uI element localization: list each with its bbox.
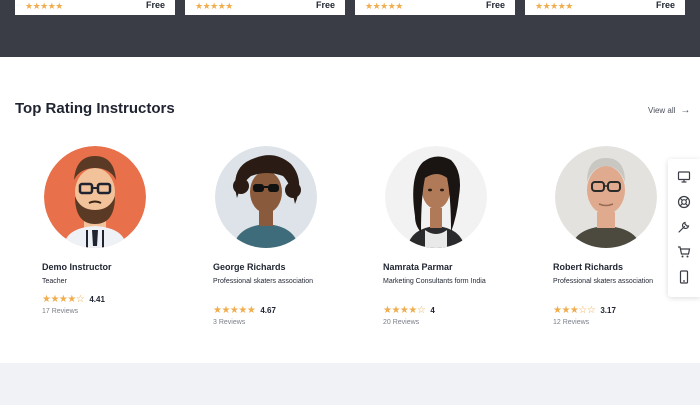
course-rating-stars: ★★★★★ — [195, 1, 233, 11]
instructor-role: Marketing Consultants form India — [383, 278, 486, 285]
section-title: Top Rating Instructors — [15, 100, 175, 117]
instructor-role: Teacher — [42, 278, 67, 285]
rating-stars: ★★★☆☆ — [553, 305, 596, 316]
avatar[interactable] — [44, 146, 146, 248]
review-count: 3 Reviews — [213, 319, 246, 326]
course-price: Free — [145, 0, 165, 10]
course-price: Free — [315, 0, 335, 10]
course-rating-stars: ★★★★★ — [25, 1, 63, 11]
instructor-name[interactable]: Namrata Parmar — [383, 262, 453, 272]
view-all-label: View all — [648, 106, 676, 115]
monitor-icon[interactable] — [676, 169, 692, 185]
instructor-role: Professional skaters association — [553, 278, 653, 285]
instructor-role: Professional skaters association — [213, 278, 313, 285]
course-card[interactable]: ★★★★★ Free — [185, 0, 345, 15]
arrow-right-icon: → — [680, 105, 691, 116]
course-price: Free — [485, 0, 505, 10]
instructor-name[interactable]: Demo Instructor — [42, 262, 112, 272]
course-rating-stars: ★★★★★ — [365, 1, 403, 11]
review-count: 20 Reviews — [383, 319, 420, 326]
next-section-band — [0, 363, 700, 405]
rating-value: 4.41 — [89, 295, 105, 304]
instructor-rating: ★★★★☆ 4.41 — [42, 294, 105, 305]
course-carousel-band: ★★★★★ Free ★★★★★ Free ★★★★★ Free ★★★★★ F… — [0, 0, 700, 57]
view-all-link[interactable]: View all → — [648, 105, 690, 116]
instructor-rating: ★★★★★ 4.67 — [213, 305, 276, 316]
course-price: Free — [655, 0, 675, 10]
instructor-name[interactable]: George Richards — [213, 262, 286, 272]
rating-stars: ★★★★★ — [213, 305, 256, 316]
course-card[interactable]: ★★★★★ Free — [15, 0, 175, 15]
avatar[interactable] — [215, 146, 317, 248]
instructor-name[interactable]: Robert Richards — [553, 262, 623, 272]
course-card[interactable]: ★★★★★ Free — [525, 0, 685, 15]
course-card[interactable]: ★★★★★ Free — [355, 0, 515, 15]
rating-stars: ★★★★☆ — [383, 305, 426, 316]
rating-value: 4.67 — [260, 306, 276, 315]
review-count: 17 Reviews — [42, 308, 79, 315]
side-toolbar — [668, 159, 700, 297]
rating-stars: ★★★★☆ — [42, 294, 85, 305]
instructor-rating: ★★★★☆ 4 — [383, 305, 435, 316]
rating-value: 4 — [430, 306, 435, 315]
rating-value: 3.17 — [600, 306, 616, 315]
review-count: 12 Reviews — [553, 319, 590, 326]
avatar[interactable] — [555, 146, 657, 248]
course-rating-stars: ★★★★★ — [535, 1, 573, 11]
wrench-icon[interactable] — [676, 219, 692, 235]
mobile-icon[interactable] — [676, 269, 692, 285]
instructor-rating: ★★★☆☆ 3.17 — [553, 305, 616, 316]
lifebuoy-icon[interactable] — [676, 194, 692, 210]
cart-icon[interactable] — [676, 244, 692, 260]
avatar[interactable] — [385, 146, 487, 248]
